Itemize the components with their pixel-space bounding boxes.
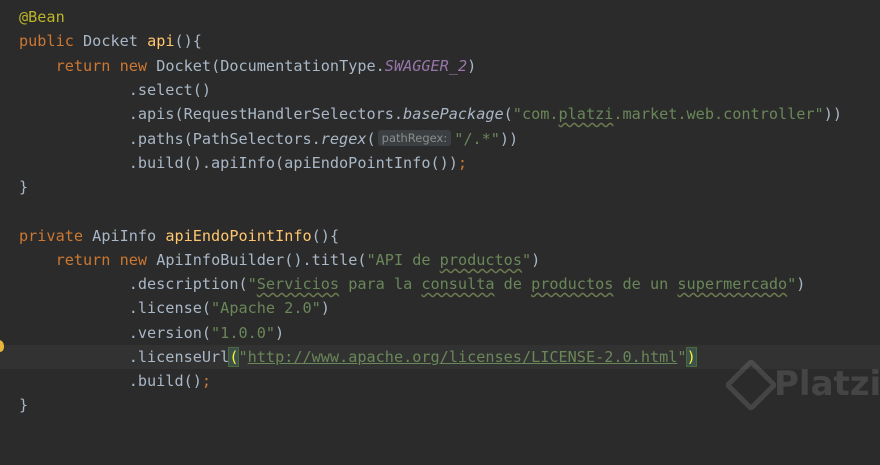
punctuation: ) xyxy=(467,57,477,75)
parameter-hint: pathRegex: xyxy=(377,130,452,146)
platzi-logo-icon xyxy=(724,358,778,412)
string-literal: productos xyxy=(531,275,614,293)
string-literal: de xyxy=(494,275,532,293)
string-literal: " xyxy=(677,348,687,366)
string-literal: " xyxy=(238,348,248,366)
docket-constructor: Docket(DocumentationType. xyxy=(156,57,385,75)
string-literal: supermercado xyxy=(677,275,788,293)
punctuation: ) xyxy=(796,275,806,293)
annotation-bean: @Bean xyxy=(19,8,65,26)
apis-call: .apis(RequestHandlerSelectors. xyxy=(128,105,404,123)
semicolon: ; xyxy=(457,154,468,172)
string-literal: " xyxy=(247,275,257,293)
keyword-return: return xyxy=(55,57,111,75)
keyword-return: return xyxy=(55,251,111,269)
code-editor[interactable]: @Bean public Docket api(){ return new Do… xyxy=(0,0,880,417)
string-literal: " xyxy=(787,275,797,293)
code-line-10: private ApiInfo apiEndoPointInfo(){ xyxy=(0,224,880,248)
code-line-7: .build().apiInfo(apiEndoPointInfo()); xyxy=(0,151,880,175)
license-call: .license( xyxy=(128,299,212,317)
code-line-4: .select() xyxy=(0,78,880,102)
paths-call: .paths(PathSelectors. xyxy=(128,130,321,148)
code-line-14: .version("1.0.0") xyxy=(0,321,880,345)
code-line-3: return new Docket(DocumentationType.SWAG… xyxy=(0,54,880,78)
method-name-endpoint: apiEndoPointInfo xyxy=(165,227,312,245)
string-literal: para la xyxy=(339,275,422,293)
description-call: .description( xyxy=(128,275,248,293)
builder-call: ApiInfoBuilder().title( xyxy=(156,251,367,269)
code-line-2: public Docket api(){ xyxy=(0,29,880,53)
code-line-1: @Bean xyxy=(0,5,880,29)
license-url-link[interactable]: http://www.apache.org/licenses/LICENSE-2… xyxy=(248,348,678,366)
matched-paren: ) xyxy=(685,347,697,367)
code-line-12: .description("Servicios para la consulta… xyxy=(0,272,880,296)
build-call: .build().apiInfo(apiEndoPointInfo()) xyxy=(128,154,458,172)
punctuation: )) xyxy=(823,105,842,123)
code-line-11: return new ApiInfoBuilder().title("API d… xyxy=(0,248,880,272)
select-call: .select() xyxy=(128,81,212,99)
string-literal: "com. xyxy=(512,105,559,123)
version-call: .version( xyxy=(128,324,212,342)
code-line-5: .apis(RequestHandlerSelectors.basePackag… xyxy=(0,102,880,126)
punctuation: (){ xyxy=(311,227,340,245)
keyword-public: public xyxy=(19,32,74,50)
keyword-new: new xyxy=(119,57,148,75)
punctuation: ) xyxy=(275,324,285,342)
keyword-new: new xyxy=(119,251,148,269)
punctuation: ( xyxy=(366,130,376,148)
regex-method: regex xyxy=(320,130,367,148)
license-url-call: .licenseUrl xyxy=(128,348,230,366)
punctuation: ( xyxy=(503,105,513,123)
code-line-8: } xyxy=(0,175,880,199)
keyword-private: private xyxy=(19,227,84,245)
string-literal: productos xyxy=(439,251,522,269)
platzi-watermark: Platzi xyxy=(722,358,880,412)
string-literal: "/.*" xyxy=(454,130,500,148)
punctuation: )) xyxy=(499,130,519,148)
build-call: .build() xyxy=(128,372,202,390)
string-literal: platzi xyxy=(558,105,614,123)
code-line-6: .paths(PathSelectors.regex(pathRegex: "/.… xyxy=(0,127,880,151)
string-literal: Servicios xyxy=(256,275,340,293)
string-literal: .market.web.controller" xyxy=(613,105,824,123)
method-name-api: api xyxy=(147,32,175,50)
watermark-text: Platzi xyxy=(774,364,880,404)
constant-swagger: SWAGGER_2 xyxy=(384,57,468,75)
type-apiinfo: ApiInfo xyxy=(92,227,157,245)
string-literal: "1.0.0" xyxy=(211,324,276,342)
string-literal: " xyxy=(521,251,532,269)
type-docket: Docket xyxy=(83,32,138,50)
string-literal: "API de xyxy=(366,251,440,269)
punctuation: ) xyxy=(320,299,330,317)
punctuation: (){ xyxy=(174,32,202,50)
closing-brace: } xyxy=(19,396,29,414)
string-literal: consulta xyxy=(421,275,495,293)
code-line-13: .license("Apache 2.0") xyxy=(0,296,880,320)
string-literal: "Apache 2.0" xyxy=(211,299,321,317)
semicolon: ; xyxy=(201,372,212,390)
punctuation: ) xyxy=(531,251,541,269)
closing-brace: } xyxy=(19,178,29,196)
string-literal: de un xyxy=(613,275,678,293)
base-package-method: basePackage xyxy=(403,105,504,123)
